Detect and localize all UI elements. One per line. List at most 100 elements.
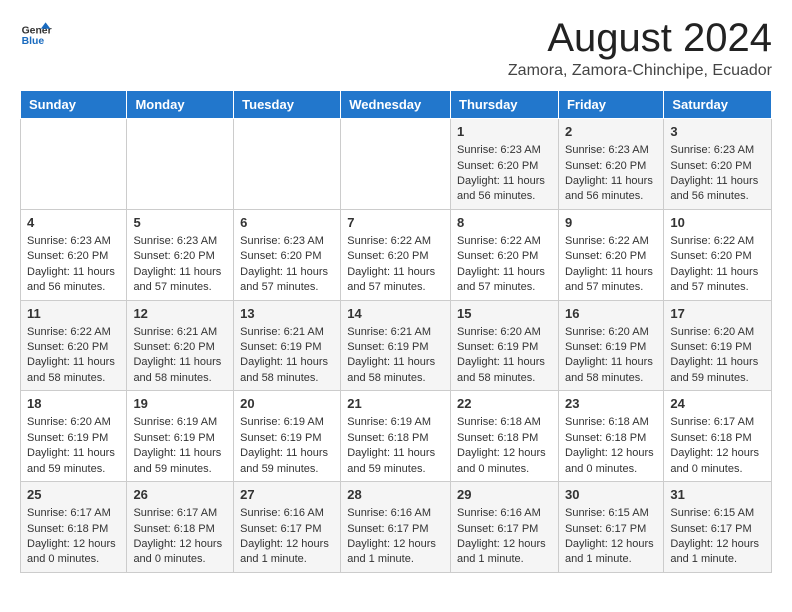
- day-info: Daylight: 11 hours and 58 minutes.: [133, 355, 227, 386]
- calendar-cell: 8Sunrise: 6:22 AMSunset: 6:20 PMDaylight…: [451, 209, 559, 300]
- calendar-cell: 27 Sunrise: 6:16 AMSunset: 6:17 PMDayligh…: [234, 482, 341, 573]
- calendar-cell: 19Sunrise: 6:19 AMSunset: 6:19 PMDayligh…: [127, 391, 234, 482]
- day-number: 2: [565, 123, 657, 141]
- day-info: Sunset: 6:17 PM: [670, 522, 765, 537]
- day-info: Sunset: 6:19 PM: [27, 431, 120, 446]
- day-info: Daylight: 11 hours and 57 minutes.: [133, 265, 227, 296]
- day-info: Sunset: 6:20 PM: [133, 249, 227, 264]
- calendar-cell: 23Sunrise: 6:18 AMSunset: 6:18 PMDayligh…: [558, 391, 663, 482]
- calendar-cell: 29Sunrise: 6:16 AMSunset: 6:17 PMDayligh…: [451, 482, 559, 573]
- day-info: Sunrise: 6:22 AM: [457, 234, 552, 249]
- day-number: 13: [240, 305, 334, 323]
- header-day-sunday: Sunday: [21, 91, 127, 119]
- calendar-cell: [341, 119, 451, 210]
- day-info: Sunset: 6:20 PM: [565, 249, 657, 264]
- calendar-cell: 14Sunrise: 6:21 AMSunset: 6:19 PMDayligh…: [341, 300, 451, 391]
- logo: General Blue: [20, 16, 52, 48]
- day-info: Sunrise: 6:20 AM: [670, 325, 765, 340]
- calendar-cell: 1 Sunrise: 6:23 AMSunset: 6:20 PMDaylight…: [451, 119, 559, 210]
- day-info: Daylight: 11 hours and 56 minutes.: [565, 174, 657, 205]
- day-info: Daylight: 12 hours and 0 minutes.: [670, 446, 765, 477]
- day-info: Daylight: 12 hours and 0 minutes.: [565, 446, 657, 477]
- day-number: 11: [27, 305, 120, 323]
- calendar-week-3: 11Sunrise: 6:22 AMSunset: 6:20 PMDayligh…: [21, 300, 772, 391]
- calendar-table: SundayMondayTuesdayWednesdayThursdayFrid…: [20, 90, 772, 573]
- day-info: Daylight: 11 hours and 58 minutes.: [240, 355, 334, 386]
- day-info: Sunset: 6:19 PM: [457, 340, 552, 355]
- calendar-cell: 4Sunrise: 6:23 AMSunset: 6:20 PMDaylight…: [21, 209, 127, 300]
- header-day-wednesday: Wednesday: [341, 91, 451, 119]
- calendar-cell: [127, 119, 234, 210]
- day-number: 29: [457, 486, 552, 504]
- day-info: Daylight: 11 hours and 58 minutes.: [565, 355, 657, 386]
- day-info: Sunrise: 6:23 AM: [565, 143, 657, 158]
- day-number: 5: [133, 214, 227, 232]
- day-info: Daylight: 11 hours and 58 minutes.: [457, 355, 552, 386]
- calendar-week-4: 18Sunrise: 6:20 AMSunset: 6:19 PMDayligh…: [21, 391, 772, 482]
- day-number: 27: [240, 486, 334, 504]
- day-number: 19: [133, 395, 227, 413]
- day-info: Sunrise: 6:22 AM: [565, 234, 657, 249]
- day-number: 18: [27, 395, 120, 413]
- day-info: Sunrise: 6:17 AM: [27, 506, 120, 521]
- day-info: Daylight: 11 hours and 57 minutes.: [240, 265, 334, 296]
- day-number: 12: [133, 305, 227, 323]
- calendar-cell: [21, 119, 127, 210]
- header: General Blue August 2024 Zamora, Zamora-…: [20, 16, 772, 80]
- calendar-cell: 30Sunrise: 6:15 AMSunset: 6:17 PMDayligh…: [558, 482, 663, 573]
- day-info: Sunset: 6:20 PM: [670, 249, 765, 264]
- day-info: Sunset: 6:18 PM: [457, 431, 552, 446]
- day-info: Sunset: 6:20 PM: [670, 159, 765, 174]
- day-info: Sunset: 6:18 PM: [670, 431, 765, 446]
- day-info: Daylight: 11 hours and 59 minutes.: [670, 355, 765, 386]
- calendar-header-row: SundayMondayTuesdayWednesdayThursdayFrid…: [21, 91, 772, 119]
- day-info: Sunset: 6:17 PM: [240, 522, 334, 537]
- day-info: Daylight: 11 hours and 56 minutes.: [457, 174, 552, 205]
- day-info: Daylight: 11 hours and 58 minutes.: [347, 355, 444, 386]
- logo-icon: General Blue: [20, 16, 52, 48]
- calendar-cell: 31Sunrise: 6:15 AMSunset: 6:17 PMDayligh…: [664, 482, 772, 573]
- day-info: Sunrise: 6:23 AM: [457, 143, 552, 158]
- calendar-cell: 21Sunrise: 6:19 AMSunset: 6:18 PMDayligh…: [341, 391, 451, 482]
- day-info: Sunset: 6:18 PM: [565, 431, 657, 446]
- day-info: Sunset: 6:20 PM: [457, 159, 552, 174]
- day-info: Daylight: 12 hours and 1 minute.: [240, 537, 334, 568]
- day-info: Daylight: 12 hours and 0 minutes.: [457, 446, 552, 477]
- day-info: Daylight: 11 hours and 56 minutes.: [670, 174, 765, 205]
- day-info: Sunset: 6:18 PM: [27, 522, 120, 537]
- day-info: Sunset: 6:20 PM: [133, 340, 227, 355]
- calendar-week-2: 4Sunrise: 6:23 AMSunset: 6:20 PMDaylight…: [21, 209, 772, 300]
- day-number: 15: [457, 305, 552, 323]
- header-day-monday: Monday: [127, 91, 234, 119]
- day-info: Sunset: 6:20 PM: [27, 249, 120, 264]
- calendar-cell: 17Sunrise: 6:20 AMSunset: 6:19 PMDayligh…: [664, 300, 772, 391]
- day-info: Daylight: 12 hours and 1 minute.: [347, 537, 444, 568]
- day-info: Sunrise: 6:16 AM: [240, 506, 334, 521]
- subtitle: Zamora, Zamora-Chinchipe, Ecuador: [508, 62, 772, 80]
- day-number: 1: [457, 123, 552, 141]
- day-info: Sunrise: 6:23 AM: [670, 143, 765, 158]
- calendar-cell: 10Sunrise: 6:22 AMSunset: 6:20 PMDayligh…: [664, 209, 772, 300]
- day-info: Sunrise: 6:21 AM: [133, 325, 227, 340]
- day-info: Sunrise: 6:20 AM: [457, 325, 552, 340]
- svg-text:Blue: Blue: [22, 36, 45, 47]
- day-info: Daylight: 12 hours and 1 minute.: [457, 537, 552, 568]
- day-info: Daylight: 11 hours and 59 minutes.: [27, 446, 120, 477]
- day-number: 10: [670, 214, 765, 232]
- day-info: Daylight: 11 hours and 59 minutes.: [347, 446, 444, 477]
- day-info: Sunset: 6:19 PM: [670, 340, 765, 355]
- day-info: Sunrise: 6:21 AM: [347, 325, 444, 340]
- day-info: Sunrise: 6:19 AM: [240, 415, 334, 430]
- day-info: Sunrise: 6:20 AM: [565, 325, 657, 340]
- day-number: 20: [240, 395, 334, 413]
- day-number: 23: [565, 395, 657, 413]
- day-info: Sunset: 6:20 PM: [565, 159, 657, 174]
- calendar-cell: 13Sunrise: 6:21 AMSunset: 6:19 PMDayligh…: [234, 300, 341, 391]
- day-info: Sunset: 6:19 PM: [240, 431, 334, 446]
- calendar-cell: 9Sunrise: 6:22 AMSunset: 6:20 PMDaylight…: [558, 209, 663, 300]
- day-info: Sunset: 6:17 PM: [565, 522, 657, 537]
- calendar-cell: 2 Sunrise: 6:23 AMSunset: 6:20 PMDaylight…: [558, 119, 663, 210]
- day-info: Sunrise: 6:15 AM: [670, 506, 765, 521]
- calendar-cell: 12 Sunrise: 6:21 AMSunset: 6:20 PMDayligh…: [127, 300, 234, 391]
- day-info: Daylight: 11 hours and 56 minutes.: [27, 265, 120, 296]
